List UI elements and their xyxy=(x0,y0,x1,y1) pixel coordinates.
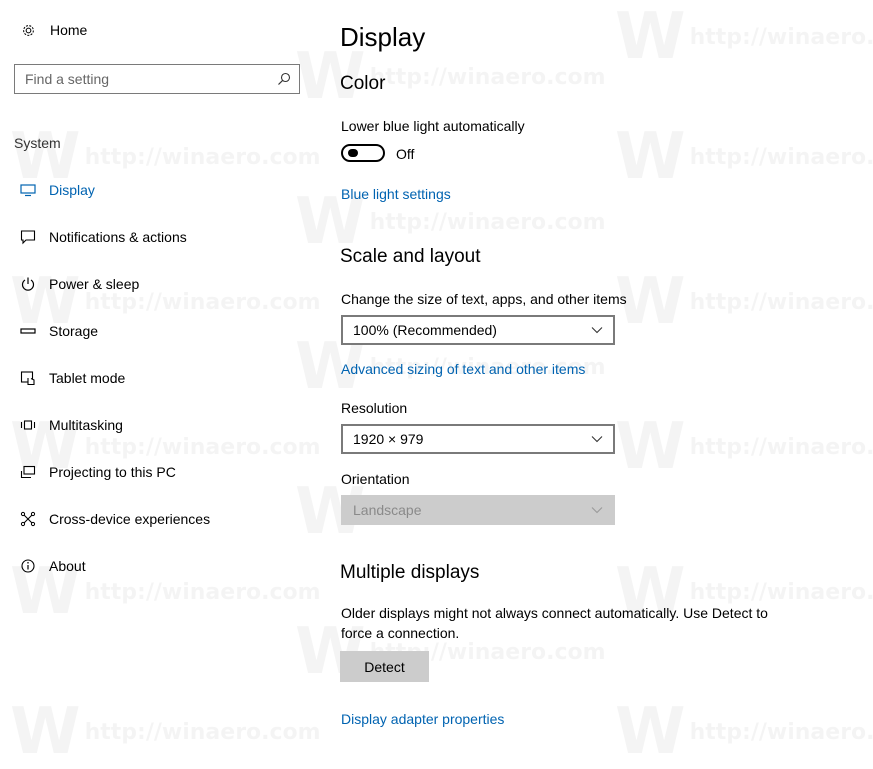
sidebar-item-storage[interactable]: Storage xyxy=(0,307,320,354)
cross-device-icon xyxy=(20,511,36,527)
resolution-dropdown-value: 1920 × 979 xyxy=(353,431,424,447)
sidebar-item-about[interactable]: About xyxy=(0,542,320,589)
advanced-sizing-link[interactable]: Advanced sizing of text and other items xyxy=(341,361,585,377)
blue-light-settings-link[interactable]: Blue light settings xyxy=(341,186,451,202)
info-icon xyxy=(20,558,36,574)
chevron-down-icon xyxy=(591,435,603,443)
section-heading-scale-layout: Scale and layout xyxy=(340,246,481,267)
sidebar: Home System Display Notifications & acti… xyxy=(0,0,320,731)
sidebar-item-multitasking[interactable]: Multitasking xyxy=(0,401,320,448)
sidebar-item-label: About xyxy=(49,557,86,574)
sidebar-item-label: Power & sleep xyxy=(49,275,140,292)
sidebar-item-power-sleep[interactable]: Power & sleep xyxy=(0,260,320,307)
search-icon[interactable] xyxy=(275,70,293,88)
watermark: Whttp://winaero.com xyxy=(615,0,873,74)
section-heading-color: Color xyxy=(340,73,386,94)
chevron-down-icon xyxy=(591,326,603,334)
sidebar-item-label: Tablet mode xyxy=(49,369,126,386)
chevron-down-icon xyxy=(591,506,603,514)
sidebar-item-notifications[interactable]: Notifications & actions xyxy=(0,213,320,260)
notification-icon xyxy=(20,229,36,245)
gear-icon xyxy=(20,22,36,38)
display-adapter-properties-link[interactable]: Display adapter properties xyxy=(341,711,504,727)
watermark: Whttp://winaero.com xyxy=(615,410,873,484)
scale-dropdown[interactable]: 100% (Recommended) xyxy=(341,315,615,345)
lower-blue-light-toggle[interactable] xyxy=(341,144,385,162)
resolution-label: Resolution xyxy=(341,400,408,416)
monitor-icon xyxy=(20,182,36,198)
sidebar-item-label: Multitasking xyxy=(49,416,123,433)
sidebar-item-label: Display xyxy=(49,181,95,198)
sidebar-item-cross-device[interactable]: Cross-device experiences xyxy=(0,495,320,542)
storage-icon xyxy=(20,323,36,339)
sidebar-item-label: Projecting to this PC xyxy=(49,463,176,480)
detect-button[interactable]: Detect xyxy=(340,651,429,682)
section-label-system: System xyxy=(14,135,61,151)
sidebar-nav: Display Notifications & actions Power & … xyxy=(0,166,320,589)
sidebar-item-label: Notifications & actions xyxy=(49,228,187,245)
sidebar-item-label: Storage xyxy=(49,322,99,339)
multitasking-icon xyxy=(20,417,36,433)
sidebar-item-tablet-mode[interactable]: Tablet mode xyxy=(0,354,320,401)
lower-blue-light-label: Lower blue light automatically xyxy=(341,118,525,134)
sidebar-item-projecting[interactable]: Projecting to this PC xyxy=(0,448,320,495)
watermark: Whttp://winaero.com xyxy=(615,695,873,769)
watermark: Whttp://winaero.com xyxy=(615,265,873,339)
multiple-displays-description: Older displays might not always connect … xyxy=(341,605,768,641)
tablet-icon xyxy=(20,370,36,386)
orientation-dropdown-value: Landscape xyxy=(353,502,422,518)
orientation-dropdown: Landscape xyxy=(341,495,615,525)
scale-dropdown-value: 100% (Recommended) xyxy=(353,322,497,338)
watermark: Whttp://winaero.com xyxy=(615,120,873,194)
size-label: Change the size of text, apps, and other… xyxy=(341,291,627,307)
section-heading-multiple-displays: Multiple displays xyxy=(340,562,480,583)
toggle-knob xyxy=(348,149,358,157)
orientation-label: Orientation xyxy=(341,471,410,487)
sidebar-item-label: Cross-device experiences xyxy=(49,510,211,527)
search-input[interactable] xyxy=(15,66,275,92)
resolution-dropdown[interactable]: 1920 × 979 xyxy=(341,424,615,454)
search-box[interactable] xyxy=(14,64,300,94)
page-title: Display xyxy=(340,22,426,52)
toggle-state-label: Off xyxy=(396,146,415,162)
power-icon xyxy=(20,276,36,292)
sidebar-item-display[interactable]: Display xyxy=(0,166,320,213)
home-label: Home xyxy=(50,22,88,38)
projecting-icon xyxy=(20,464,36,480)
home-link[interactable]: Home xyxy=(20,22,87,38)
